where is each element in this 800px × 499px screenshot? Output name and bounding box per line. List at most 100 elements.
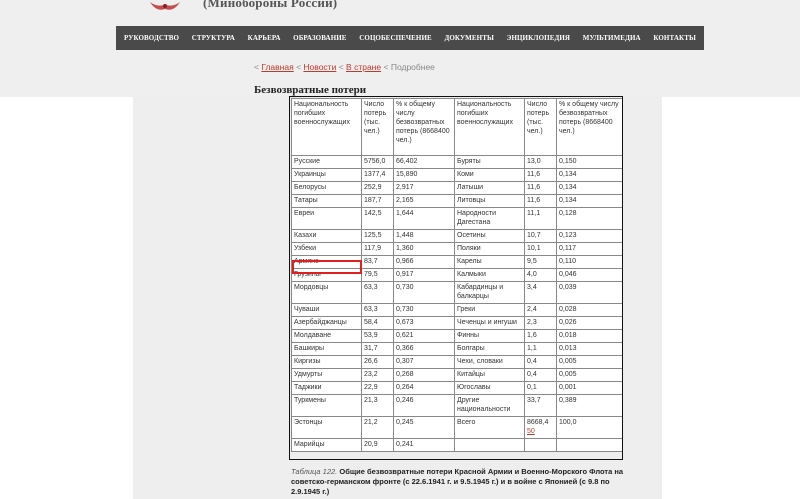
table-cell: 0,110 (556, 255, 623, 269)
table-cell: Молдаване (291, 329, 362, 343)
table-cell: 63,3 (361, 303, 394, 317)
menu-item-leadership[interactable]: РУКОВОДСТВО (124, 34, 179, 42)
table-cell: 187,7 (361, 194, 394, 208)
table-cell: Греки (454, 303, 525, 317)
table-cell: 0,917 (393, 268, 455, 282)
breadcrumb-current: Подробнее (390, 62, 435, 72)
table-row: Марийцы 20,9 0,241 (291, 438, 623, 452)
table-cell: Другие национальности (454, 394, 525, 417)
table-cell: Кабардинцы и балкарцы (454, 281, 525, 304)
table-cell: 100,0 (556, 416, 623, 439)
table-cell: 0,673 (393, 316, 455, 330)
table-cell: Грузины (291, 268, 362, 282)
eagle-emblem-icon[interactable] (148, 0, 182, 14)
table-cell: 83,7 (361, 255, 394, 269)
breadcrumb: < Главная < Новости < В стране < Подробн… (254, 62, 435, 72)
table-cell: 142,5 (361, 207, 394, 230)
table-cell: 0,264 (393, 381, 455, 395)
table-cell: 117,9 (361, 242, 394, 256)
table-cell: Евреи (291, 207, 362, 230)
breadcrumb-separator: < (338, 62, 344, 72)
table-cell: 0,134 (556, 168, 623, 182)
table-cell: Коми (454, 168, 525, 182)
table-cell: 13,0 (524, 155, 557, 169)
total-value: 8668,4 (527, 419, 549, 426)
table-cell: 1,6 (524, 329, 557, 343)
table-cell: Белорусы (291, 181, 362, 195)
table-header-cell: Число потерь (тыс. чел.) (524, 98, 557, 156)
table-cell: 0,245 (393, 416, 455, 439)
menu-item-social[interactable]: СОЦОБЕСПЕЧЕНИЕ (359, 34, 432, 42)
table-cell: 21,3 (361, 394, 394, 417)
table-row: Татары 187,7 2,165 Литовцы 11,6 0,134 (291, 194, 623, 208)
table-cell: 0,366 (393, 342, 455, 356)
table-cell: Киргизы (291, 355, 362, 369)
table-cell: 1,360 (393, 242, 455, 256)
table-row: Украинцы 1377,4 15,890 Коми 11,6 0,134 (291, 168, 623, 182)
table-cell: 21,2 (361, 416, 394, 439)
table-cell: 0,128 (556, 207, 623, 230)
table-cell: Армяне (291, 255, 362, 269)
caption-text: Общие безвозвратные потери Красной Армии… (291, 467, 624, 496)
page-title: Безвозвратные потери (254, 84, 367, 96)
table-cell: 26,6 (361, 355, 394, 369)
table-cell: 31,7 (361, 342, 394, 356)
total-footnote-link[interactable]: 50 (527, 428, 535, 435)
caption-label: Таблица 122. (291, 467, 338, 476)
table-cell: 0,268 (393, 368, 455, 382)
breadcrumb-separator: < (296, 62, 302, 72)
menu-item-multimedia[interactable]: МУЛЬТИМЕДИА (583, 34, 641, 42)
table-cell: Украинцы (291, 168, 362, 182)
left-margin (0, 97, 133, 499)
table-row: Таджики 22,9 0,264 Югославы 0,1 0,001 (291, 381, 623, 395)
breadcrumb-home-link[interactable]: Главная (261, 62, 293, 72)
table-cell: 2,917 (393, 181, 455, 195)
table-cell: Буряты (454, 155, 525, 169)
table-cell: Югославы (454, 381, 525, 395)
table-cell: 11,6 (524, 194, 557, 208)
right-margin (662, 97, 800, 499)
table-cell: 0,966 (393, 255, 455, 269)
menu-item-education[interactable]: ОБРАЗОВАНИЕ (293, 34, 346, 42)
table-row: Удмурты 23,2 0,268 Китайцы 0,4 0,005 (291, 368, 623, 382)
breadcrumb-country-link[interactable]: В стране (346, 62, 381, 72)
table-row: Чуваши 63,3 0,730 Греки 2,4 0,028 (291, 303, 623, 317)
table-cell: 33,7 (524, 394, 557, 417)
table-cell: 0,621 (393, 329, 455, 343)
table-cell: 3,4 (524, 281, 557, 304)
menu-item-structure[interactable]: СТРУКТУРА (192, 34, 235, 42)
table-cell: Карелы (454, 255, 525, 269)
table-row: Молдаване 53,9 0,621 Финны 1,6 0,018 (291, 329, 623, 343)
losses-table: Национальность погибших военнослужащих Чи… (291, 98, 623, 452)
menu-item-career[interactable]: КАРЬЕРА (248, 34, 281, 42)
table-cell: Марийцы (291, 438, 362, 452)
table-cell: Болгары (454, 342, 525, 356)
main-menu: РУКОВОДСТВО СТРУКТУРА КАРЬЕРА ОБРАЗОВАНИ… (116, 26, 704, 50)
table-cell: 2,4 (524, 303, 557, 317)
table-cell: 0,4 (524, 368, 557, 382)
breadcrumb-separator: < (383, 62, 389, 72)
table-cell: Татары (291, 194, 362, 208)
menu-item-encyclopedia[interactable]: ЭНЦИКЛОПЕДИЯ (507, 34, 570, 42)
table-cell: 22,9 (361, 381, 394, 395)
table-cell: 252,9 (361, 181, 394, 195)
table-cell: 0,730 (393, 281, 455, 304)
table-row: Армяне 83,7 0,966 Карелы 9,5 0,110 (291, 255, 623, 269)
table-cell (524, 438, 557, 452)
table-cell: 20,9 (361, 438, 394, 452)
menu-item-contacts[interactable]: КОНТАКТЫ (653, 34, 696, 42)
table-header-cell: % к общему числу безвозвратных потерь (8… (556, 98, 623, 156)
table-cell (556, 438, 623, 452)
table-cell: Латыши (454, 181, 525, 195)
table-header-cell: Число потерь (тыс. чел.) (361, 98, 394, 156)
table-cell: 10,1 (524, 242, 557, 256)
table-cell: 79,5 (361, 268, 394, 282)
table-row: Грузины 79,5 0,917 Калмыки 4,0 0,046 (291, 268, 623, 282)
table-cell: 0,246 (393, 394, 455, 417)
table-row: Туркмены 21,3 0,246 Другие национальности 33… (291, 394, 623, 417)
table-cell: 0,307 (393, 355, 455, 369)
breadcrumb-news-link[interactable]: Новости (303, 62, 336, 72)
table-cell: Узбеки (291, 242, 362, 256)
menu-item-documents[interactable]: ДОКУМЕНТЫ (444, 34, 494, 42)
table-cell: 0,005 (556, 355, 623, 369)
